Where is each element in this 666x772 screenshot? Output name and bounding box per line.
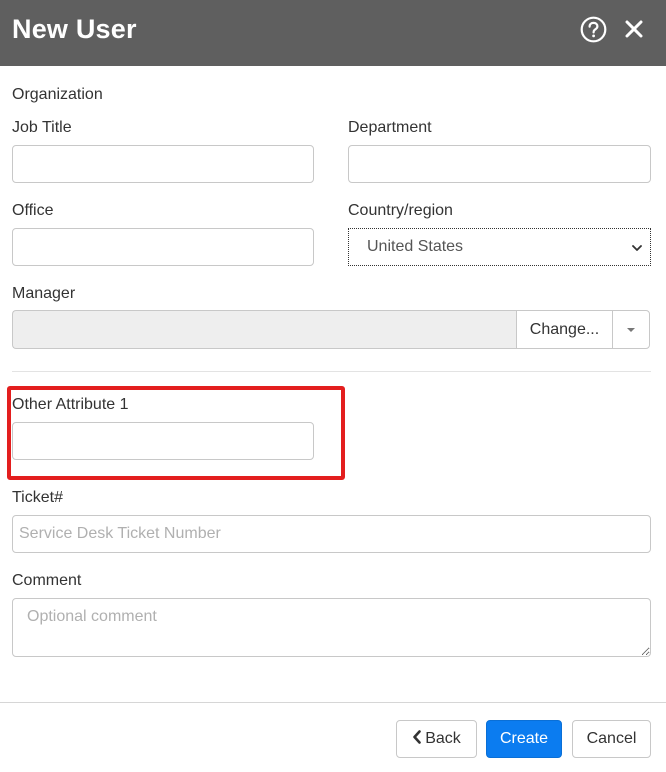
comment-label: Comment [12,572,82,589]
department-input[interactable] [348,145,651,183]
country-region-selected-value: United States [367,238,464,255]
close-icon[interactable] [621,16,647,42]
manager-dropdown-button[interactable] [612,310,650,349]
manager-field [12,310,517,349]
other-attribute-1-input[interactable] [12,422,314,460]
create-button[interactable]: Create [486,720,562,758]
chevron-down-icon [632,245,642,251]
comment-textarea[interactable] [12,598,651,657]
caret-down-icon [627,328,635,332]
job-title-input[interactable] [12,145,314,183]
job-title-label: Job Title [12,119,72,136]
organization-section-label: Organization [12,86,103,103]
footer-divider [0,702,666,703]
department-label: Department [348,119,432,136]
dialog-header: New User [0,0,666,66]
cancel-button[interactable]: Cancel [572,720,651,758]
question-circle-icon[interactable] [580,16,607,43]
back-button[interactable]: Back [396,720,477,758]
other-attribute-1-label: Other Attribute 1 [12,396,129,413]
dialog-title: New User [12,14,137,44]
ticket-label: Ticket# [12,489,63,506]
manager-label: Manager [12,285,76,302]
office-input[interactable] [12,228,314,266]
office-label: Office [12,202,54,219]
section-divider [12,371,651,372]
back-button-label: Back [425,730,461,747]
ticket-input[interactable] [12,515,651,553]
country-region-label: Country/region [348,202,453,219]
new-user-dialog: New User Organization Job Title Departme… [0,0,666,772]
manager-change-button[interactable]: Change... [516,310,613,349]
chevron-left-icon [413,730,422,745]
country-region-select[interactable]: United States [348,228,651,266]
